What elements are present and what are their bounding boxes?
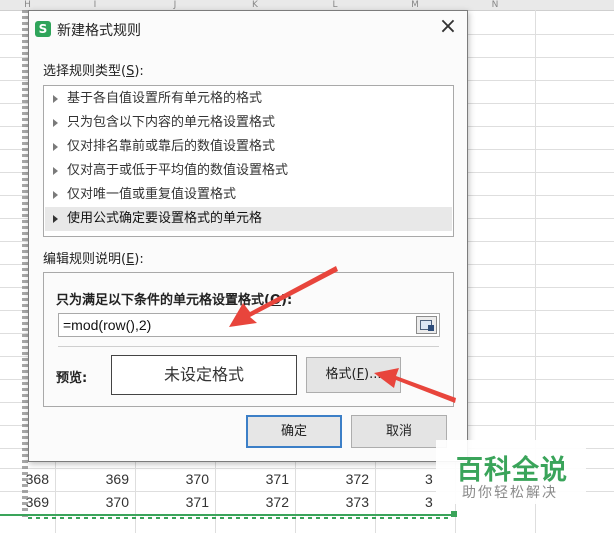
list-item[interactable]: 只为包含以下内容的单元格设置格式 (45, 111, 452, 135)
table-cell[interactable]: 370 (135, 468, 215, 491)
format-preview: 未设定格式 (111, 355, 297, 395)
rule-type-list[interactable]: 基于各自值设置所有单元格的格式 只为包含以下内容的单元格设置格式 仅对排名靠前或… (43, 85, 454, 237)
table-cell[interactable]: 3 (375, 468, 443, 491)
dialog-titlebar[interactable]: S 新建格式规则 × (29, 11, 467, 45)
triangle-right-icon (53, 119, 58, 127)
table-cell[interactable]: 370 (55, 491, 135, 514)
formula-input[interactable]: =mod(row(),2) (58, 313, 440, 337)
selection-border (0, 514, 452, 516)
close-icon[interactable]: × (437, 16, 459, 39)
dialog-title: 新建格式规则 (57, 23, 141, 39)
selection-border-dashes (28, 517, 452, 519)
rule-type-label: 选择规则类型(S): (43, 64, 144, 79)
range-picker-icon-part (428, 325, 434, 331)
list-item[interactable]: 基于各自值设置所有单元格的格式 (45, 87, 452, 111)
list-item[interactable]: 仅对唯一值或重复值设置格式 (45, 183, 452, 207)
column-header[interactable] (535, 0, 614, 11)
cancel-button[interactable]: 取消 (351, 415, 447, 448)
triangle-right-icon (53, 143, 58, 151)
list-item-selected[interactable]: 使用公式确定要设置格式的单元格 (45, 207, 452, 231)
rule-description-group: 只为满足以下条件的单元格设置格式(O): =mod(row(),2) 预览: 未… (43, 272, 454, 407)
ok-button[interactable]: 确定 (246, 415, 342, 448)
table-cell[interactable]: 373 (295, 491, 375, 514)
edit-rule-label: 编辑规则说明(E): (43, 252, 144, 267)
fill-handle[interactable] (451, 511, 457, 517)
table-cell[interactable]: 372 (215, 491, 295, 514)
table-cell[interactable]: 371 (135, 491, 215, 514)
table-cell[interactable]: 372 (295, 468, 375, 491)
new-format-rule-dialog: S 新建格式规则 × 选择规则类型(S): 基于各自值设置所有单元格的格式 只为… (28, 10, 468, 462)
triangle-right-icon (53, 167, 58, 175)
watermark-subtitle: 助你轻松解决 (462, 485, 558, 501)
triangle-right-icon (53, 191, 58, 199)
triangle-right-icon (53, 95, 58, 103)
table-cell[interactable]: 3 (375, 491, 443, 514)
watermark: 百科全说 助你轻松解决 (436, 440, 586, 504)
preview-label: 预览: (56, 371, 88, 386)
wps-sheet-icon: S (35, 21, 51, 37)
list-item[interactable]: 仅对高于或低于平均值的数值设置格式 (45, 159, 452, 183)
divider (58, 346, 439, 347)
table-cell[interactable]: 369 (55, 468, 135, 491)
condition-label: 只为满足以下条件的单元格设置格式(O): (56, 293, 293, 308)
format-button[interactable]: 格式(F)... (306, 357, 401, 393)
triangle-right-icon (53, 215, 58, 223)
range-picker-button[interactable] (416, 316, 437, 334)
list-item[interactable]: 仅对排名靠前或靠后的数值设置格式 (45, 135, 452, 159)
table-cell[interactable]: 371 (215, 468, 295, 491)
